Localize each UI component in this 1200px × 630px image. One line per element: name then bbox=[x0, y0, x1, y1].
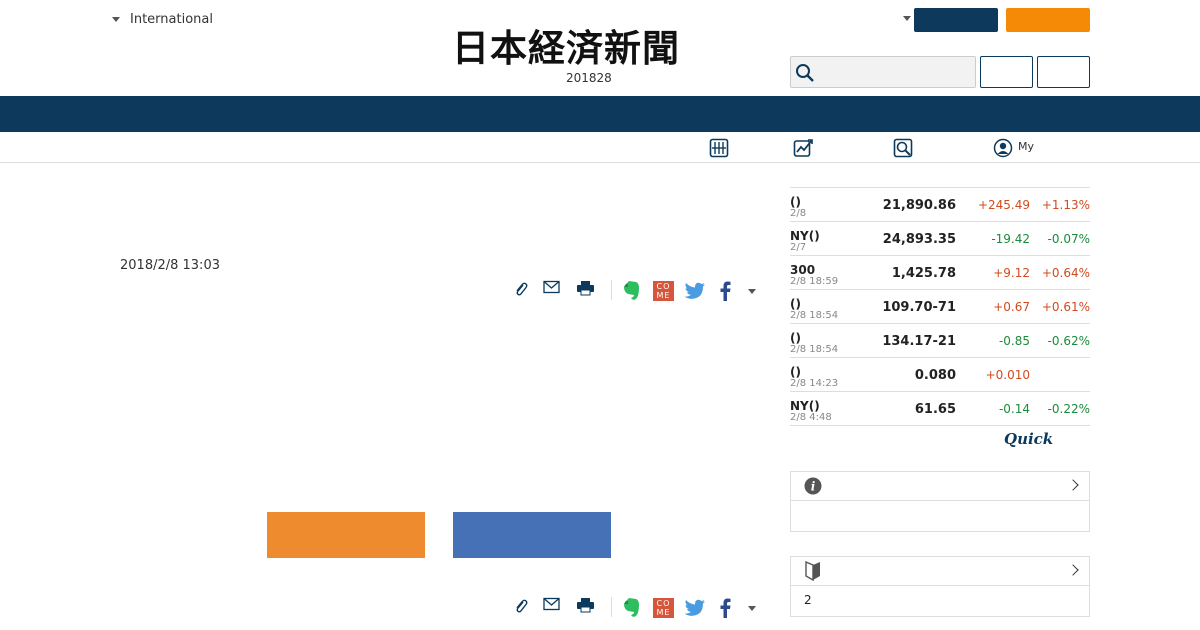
market-value: 134.17-21 bbox=[882, 334, 956, 349]
main-nav-bar bbox=[0, 96, 1200, 132]
search-icon[interactable] bbox=[795, 63, 815, 83]
market-row[interactable]: () 2/8 14:23 0.080 +0.010 bbox=[790, 358, 1090, 392]
market-percent: +0.61% bbox=[1041, 300, 1090, 314]
twitter-icon[interactable] bbox=[684, 599, 706, 617]
market-change: +0.010 bbox=[985, 368, 1030, 382]
beginner-mark-icon bbox=[805, 561, 820, 581]
article-date: 2018/2/8 13:03 bbox=[120, 258, 220, 273]
market-date: 2/8 18:54 bbox=[790, 344, 839, 355]
twitter-icon[interactable] bbox=[684, 282, 706, 300]
caret-down-icon[interactable] bbox=[903, 16, 911, 21]
info-box-header[interactable]: i bbox=[791, 472, 1089, 501]
market-percent: +1.13% bbox=[1041, 198, 1090, 212]
market-percent: +0.64% bbox=[1041, 266, 1090, 280]
header-outline-button-2[interactable] bbox=[1037, 56, 1090, 88]
share-bar-top: CO ME bbox=[512, 280, 762, 302]
market-row[interactable]: () 2/8 18:54 109.70-71 +0.67 +0.61% bbox=[790, 290, 1090, 324]
market-change: -0.85 bbox=[998, 334, 1030, 348]
search-input[interactable] bbox=[790, 56, 976, 88]
caret-down-icon bbox=[112, 17, 120, 22]
market-name: NY() bbox=[790, 229, 820, 243]
market-change: +9.12 bbox=[993, 266, 1030, 280]
share-divider bbox=[611, 597, 612, 617]
share-bar-bottom: CO ME bbox=[512, 597, 762, 619]
come-icon[interactable]: CO ME bbox=[653, 281, 674, 301]
chevron-right-icon bbox=[1067, 564, 1079, 576]
header-dark-button[interactable] bbox=[914, 8, 998, 32]
header-date: 201828 bbox=[566, 71, 612, 85]
quick-logo[interactable]: Quick bbox=[1004, 430, 1053, 448]
market-name: () bbox=[790, 331, 801, 345]
chart-icon[interactable] bbox=[793, 138, 815, 158]
facebook-icon[interactable] bbox=[720, 281, 731, 301]
market-name: () bbox=[790, 297, 801, 311]
info-box[interactable]: i bbox=[790, 471, 1090, 532]
user-icon[interactable] bbox=[993, 138, 1013, 158]
company-search-icon[interactable] bbox=[893, 138, 913, 158]
market-name: () bbox=[790, 195, 801, 209]
market-change: +0.67 bbox=[993, 300, 1030, 314]
mail-icon[interactable] bbox=[543, 597, 560, 611]
market-name: 300 bbox=[790, 263, 816, 277]
header-outline-button-1[interactable] bbox=[980, 56, 1033, 88]
share-divider bbox=[611, 280, 612, 300]
come-icon[interactable]: CO ME bbox=[653, 598, 674, 618]
my-nikkei-label[interactable]: My bbox=[1018, 140, 1034, 153]
svg-text:i: i bbox=[811, 480, 816, 494]
clip-icon[interactable] bbox=[514, 281, 528, 297]
evernote-icon[interactable] bbox=[623, 280, 640, 301]
orange-action-button[interactable] bbox=[267, 512, 425, 558]
market-percent: -0.22% bbox=[1047, 402, 1090, 416]
clip-icon[interactable] bbox=[514, 598, 528, 614]
market-value: 1,425.78 bbox=[891, 266, 956, 281]
market-date: 2/7 bbox=[790, 242, 807, 253]
market-date: 2/8 4:48 bbox=[790, 412, 832, 423]
mail-icon[interactable] bbox=[543, 280, 560, 294]
market-percent: -0.62% bbox=[1047, 334, 1090, 348]
market-data-table: () 2/8 21,890.86 +245.49 +1.13% NY() 2/7… bbox=[790, 187, 1090, 426]
header-orange-button[interactable] bbox=[1006, 8, 1090, 32]
market-date: 2/8 14:23 bbox=[790, 378, 839, 389]
market-date: 2/8 bbox=[790, 208, 807, 219]
market-change: +245.49 bbox=[977, 198, 1030, 212]
market-name: NY() bbox=[790, 399, 820, 413]
print-icon[interactable] bbox=[576, 280, 595, 296]
info-box-body bbox=[791, 501, 1089, 515]
facebook-icon[interactable] bbox=[720, 598, 731, 618]
beginner-box[interactable]: 2 bbox=[790, 556, 1090, 617]
market-row[interactable]: NY() 2/8 4:48 61.65 -0.14 -0.22% bbox=[790, 392, 1090, 426]
market-date: 2/8 18:59 bbox=[790, 276, 839, 287]
market-value: 61.65 bbox=[914, 402, 956, 417]
market-row[interactable]: () 2/8 18:54 134.17-21 -0.85 -0.62% bbox=[790, 324, 1090, 358]
market-name: () bbox=[790, 365, 801, 379]
print-icon[interactable] bbox=[576, 597, 595, 613]
share-more-caret-icon[interactable] bbox=[748, 289, 756, 294]
market-value: 24,893.35 bbox=[882, 232, 956, 247]
market-change: -0.14 bbox=[998, 402, 1030, 416]
info-icon: i bbox=[804, 477, 822, 495]
beginner-box-header[interactable] bbox=[791, 557, 1089, 586]
blue-action-button[interactable] bbox=[453, 512, 611, 558]
chevron-right-icon bbox=[1067, 479, 1079, 491]
edition-selector[interactable]: International bbox=[112, 12, 213, 27]
market-row[interactable]: () 2/8 21,890.86 +245.49 +1.13% bbox=[790, 188, 1090, 222]
market-value: 109.70-71 bbox=[882, 300, 956, 315]
market-date: 2/8 18:54 bbox=[790, 310, 839, 321]
nikkei-logo[interactable]: 日本経済新聞 bbox=[452, 28, 680, 68]
beginner-box-body: 2 bbox=[804, 593, 812, 607]
share-more-caret-icon[interactable] bbox=[748, 606, 756, 611]
market-value: 21,890.86 bbox=[882, 198, 956, 213]
evernote-icon[interactable] bbox=[623, 597, 640, 618]
market-change: -19.42 bbox=[991, 232, 1030, 246]
edition-label: International bbox=[130, 12, 213, 27]
market-row[interactable]: NY() 2/7 24,893.35 -19.42 -0.07% bbox=[790, 222, 1090, 256]
market-value: 0.080 bbox=[914, 368, 956, 383]
newspaper-icon[interactable] bbox=[709, 138, 729, 158]
market-row[interactable]: 300 2/8 18:59 1,425.78 +9.12 +0.64% bbox=[790, 256, 1090, 290]
market-percent: -0.07% bbox=[1047, 232, 1090, 246]
